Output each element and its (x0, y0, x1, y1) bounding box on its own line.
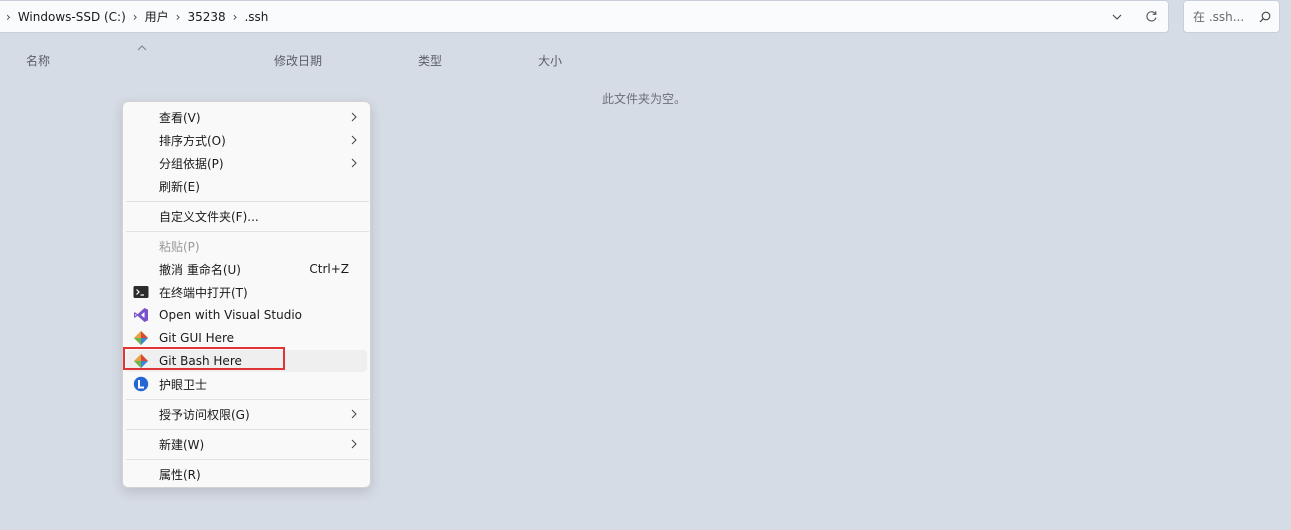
shortcut-label: Ctrl+Z (309, 262, 349, 276)
sort-ascending-icon (137, 40, 147, 54)
search-placeholder: 在 .ssh... (1193, 10, 1245, 24)
submenu-arrow-icon (351, 408, 357, 422)
menu-item-git-gui-here[interactable]: Git GUI Here (126, 327, 367, 349)
menu-item-group-by[interactable]: 分组依据(P) (126, 152, 367, 174)
address-bar[interactable]: › Windows-SSD (C:) › 用户 › 35238 › .ssh (0, 0, 1169, 33)
menu-separator (126, 231, 369, 232)
menu-item-label: 新建(W) (159, 437, 205, 452)
menu-item-label: Git GUI Here (159, 331, 235, 345)
column-header-name[interactable]: 名称 (26, 52, 50, 69)
menu-item-label: 护眼卫士 (159, 377, 208, 392)
empty-folder-message: 此文件夹为空。 (602, 92, 687, 106)
menu-item-refresh[interactable]: 刷新(E) (126, 175, 367, 197)
menu-item-sort-by[interactable]: 排序方式(O) (126, 129, 367, 151)
menu-item-label: 排序方式(O) (159, 133, 226, 148)
breadcrumb-chevron-icon[interactable]: › (6, 10, 11, 24)
menu-item-label: Open with Visual Studio (159, 308, 302, 322)
menu-item-properties[interactable]: 属性(R) (126, 463, 367, 485)
eye-guard-icon (133, 376, 149, 392)
breadcrumb-separator-icon: › (175, 9, 181, 24)
menu-item-label: 查看(V) (159, 110, 201, 125)
chevron-down-icon[interactable] (1100, 1, 1134, 32)
column-header-date-modified[interactable]: 修改日期 (274, 52, 322, 69)
menu-separator (126, 201, 369, 202)
breadcrumb-drive[interactable]: Windows-SSD (C:) (18, 10, 126, 24)
submenu-arrow-icon (351, 157, 357, 171)
menu-item-label: 授予访问权限(G) (159, 407, 250, 422)
menu-item-open-with-visual-studio[interactable]: Open with Visual Studio (126, 304, 367, 326)
menu-item-label: Git Bash Here (159, 354, 242, 368)
menu-item-new[interactable]: 新建(W) (126, 433, 367, 455)
search-icon[interactable] (1251, 11, 1279, 23)
breadcrumb-user[interactable]: 35238 (187, 10, 225, 24)
submenu-arrow-icon (351, 111, 357, 125)
submenu-arrow-icon (351, 438, 357, 452)
context-menu: 查看(V) 排序方式(O) 分组依据(P) 刷新(E) 自定义文件夹(F)...… (122, 101, 371, 488)
breadcrumb-ssh[interactable]: .ssh (244, 10, 268, 24)
breadcrumb-separator-icon: › (132, 9, 138, 24)
menu-separator (126, 429, 369, 430)
menu-item-label: 撤消 重命名(U) (159, 262, 241, 277)
menu-item-label: 粘贴(P) (159, 239, 200, 254)
search-input[interactable]: 在 .ssh... (1183, 0, 1280, 33)
menu-item-customize-folder[interactable]: 自定义文件夹(F)... (126, 205, 367, 227)
column-header-size[interactable]: 大小 (538, 52, 562, 69)
refresh-icon[interactable] (1134, 1, 1168, 32)
menu-item-label: 在终端中打开(T) (159, 285, 248, 300)
menu-item-label: 属性(R) (159, 467, 201, 482)
menu-item-git-bash-here[interactable]: Git Bash Here (126, 350, 367, 372)
column-header-type[interactable]: 类型 (418, 52, 442, 69)
menu-item-give-access[interactable]: 授予访问权限(G) (126, 403, 367, 425)
menu-item-eye-guard[interactable]: 护眼卫士 (126, 373, 367, 395)
menu-separator (126, 399, 369, 400)
menu-separator (126, 459, 369, 460)
git-icon (133, 353, 149, 369)
menu-item-label: 分组依据(P) (159, 156, 224, 171)
breadcrumb-separator-icon: › (232, 9, 238, 24)
menu-item-label: 刷新(E) (159, 179, 200, 194)
terminal-icon (133, 284, 149, 300)
menu-item-label: 自定义文件夹(F)... (159, 209, 259, 224)
git-icon (133, 330, 149, 346)
menu-item-open-in-terminal[interactable]: 在终端中打开(T) (126, 281, 367, 303)
breadcrumb-users[interactable]: 用户 (145, 8, 169, 25)
menu-item-paste: 粘贴(P) (126, 235, 367, 257)
submenu-arrow-icon (351, 134, 357, 148)
visual-studio-icon (133, 307, 149, 323)
menu-item-undo-rename[interactable]: 撤消 重命名(U) Ctrl+Z (126, 258, 367, 280)
menu-item-view[interactable]: 查看(V) (126, 106, 367, 128)
